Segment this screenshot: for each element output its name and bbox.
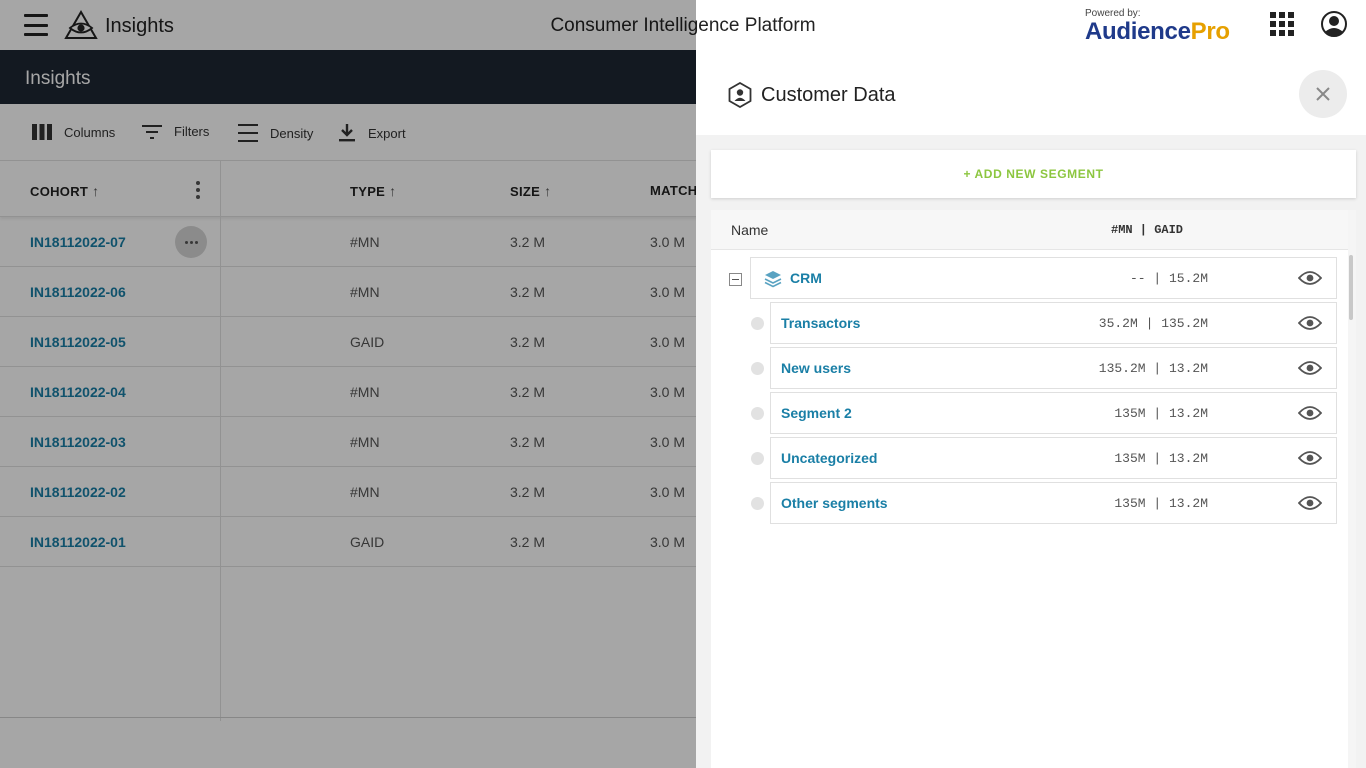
segment-group-label[interactable]: CRM	[790, 270, 822, 286]
segment-label[interactable]: Uncategorized	[781, 450, 877, 466]
segment-list-header: Name #MN | GAID	[711, 210, 1348, 250]
segment-status-dot	[751, 362, 764, 375]
brand-logo: AudiencePro	[1085, 18, 1230, 45]
segment-group-crm[interactable]: CRM -- | 15.2M	[750, 257, 1337, 299]
segment-list-scrollbar[interactable]	[1348, 210, 1356, 768]
layers-icon	[764, 271, 782, 288]
eye-icon[interactable]	[1298, 405, 1322, 421]
segment-list: Name #MN | GAID CRM -- | 15.2M Transacto…	[711, 210, 1356, 768]
eye-icon[interactable]	[1298, 360, 1322, 376]
modal-backdrop[interactable]	[0, 0, 696, 768]
close-button[interactable]	[1299, 70, 1347, 118]
segment-row[interactable]: Uncategorized 135M | 13.2M	[770, 437, 1337, 479]
counts-column-header: #MN | GAID	[1111, 223, 1184, 237]
segment-label[interactable]: Segment 2	[781, 405, 852, 421]
segment-row[interactable]: Segment 2 135M | 13.2M	[770, 392, 1337, 434]
segment-status-dot	[751, 407, 764, 420]
name-column-header: Name	[731, 222, 769, 238]
segment-row[interactable]: New users 135.2M | 13.2M	[770, 347, 1337, 389]
eye-icon[interactable]	[1298, 315, 1322, 331]
segment-counts: 135M | 13.2M	[1114, 496, 1208, 511]
close-icon	[1316, 87, 1330, 101]
eye-icon[interactable]	[1298, 270, 1322, 286]
scrollbar-thumb[interactable]	[1349, 255, 1353, 320]
segment-counts: 135.2M | 13.2M	[1098, 361, 1208, 376]
customer-data-drawer: Customer Data + ADD NEW SEGMENT Name #MN…	[696, 50, 1366, 768]
segment-status-dot	[751, 317, 764, 330]
eye-icon[interactable]	[1298, 495, 1322, 511]
segment-row[interactable]: Other segments 135M | 13.2M	[770, 482, 1337, 524]
segment-counts: 35.2M | 135.2M	[1098, 316, 1208, 331]
collapse-toggle[interactable]	[729, 273, 742, 286]
segment-status-dot	[751, 497, 764, 510]
segment-counts: -- | 15.2M	[1129, 271, 1208, 286]
segment-label[interactable]: Transactors	[781, 315, 860, 331]
segment-label[interactable]: New users	[781, 360, 851, 376]
eye-icon[interactable]	[1298, 450, 1322, 466]
account-circle-icon[interactable]	[1321, 11, 1347, 37]
customer-hexagon-icon	[728, 82, 752, 108]
add-new-segment-button[interactable]: + ADD NEW SEGMENT	[711, 150, 1356, 198]
segment-label[interactable]: Other segments	[781, 495, 888, 511]
drawer-title: Customer Data	[761, 84, 896, 106]
segment-status-dot	[751, 452, 764, 465]
segment-row[interactable]: Transactors 35.2M | 135.2M	[770, 302, 1337, 344]
apps-grid-icon[interactable]	[1270, 12, 1294, 36]
segment-counts: 135M | 13.2M	[1114, 406, 1208, 421]
drawer-header: Customer Data	[696, 50, 1366, 135]
segment-counts: 135M | 13.2M	[1114, 451, 1208, 466]
